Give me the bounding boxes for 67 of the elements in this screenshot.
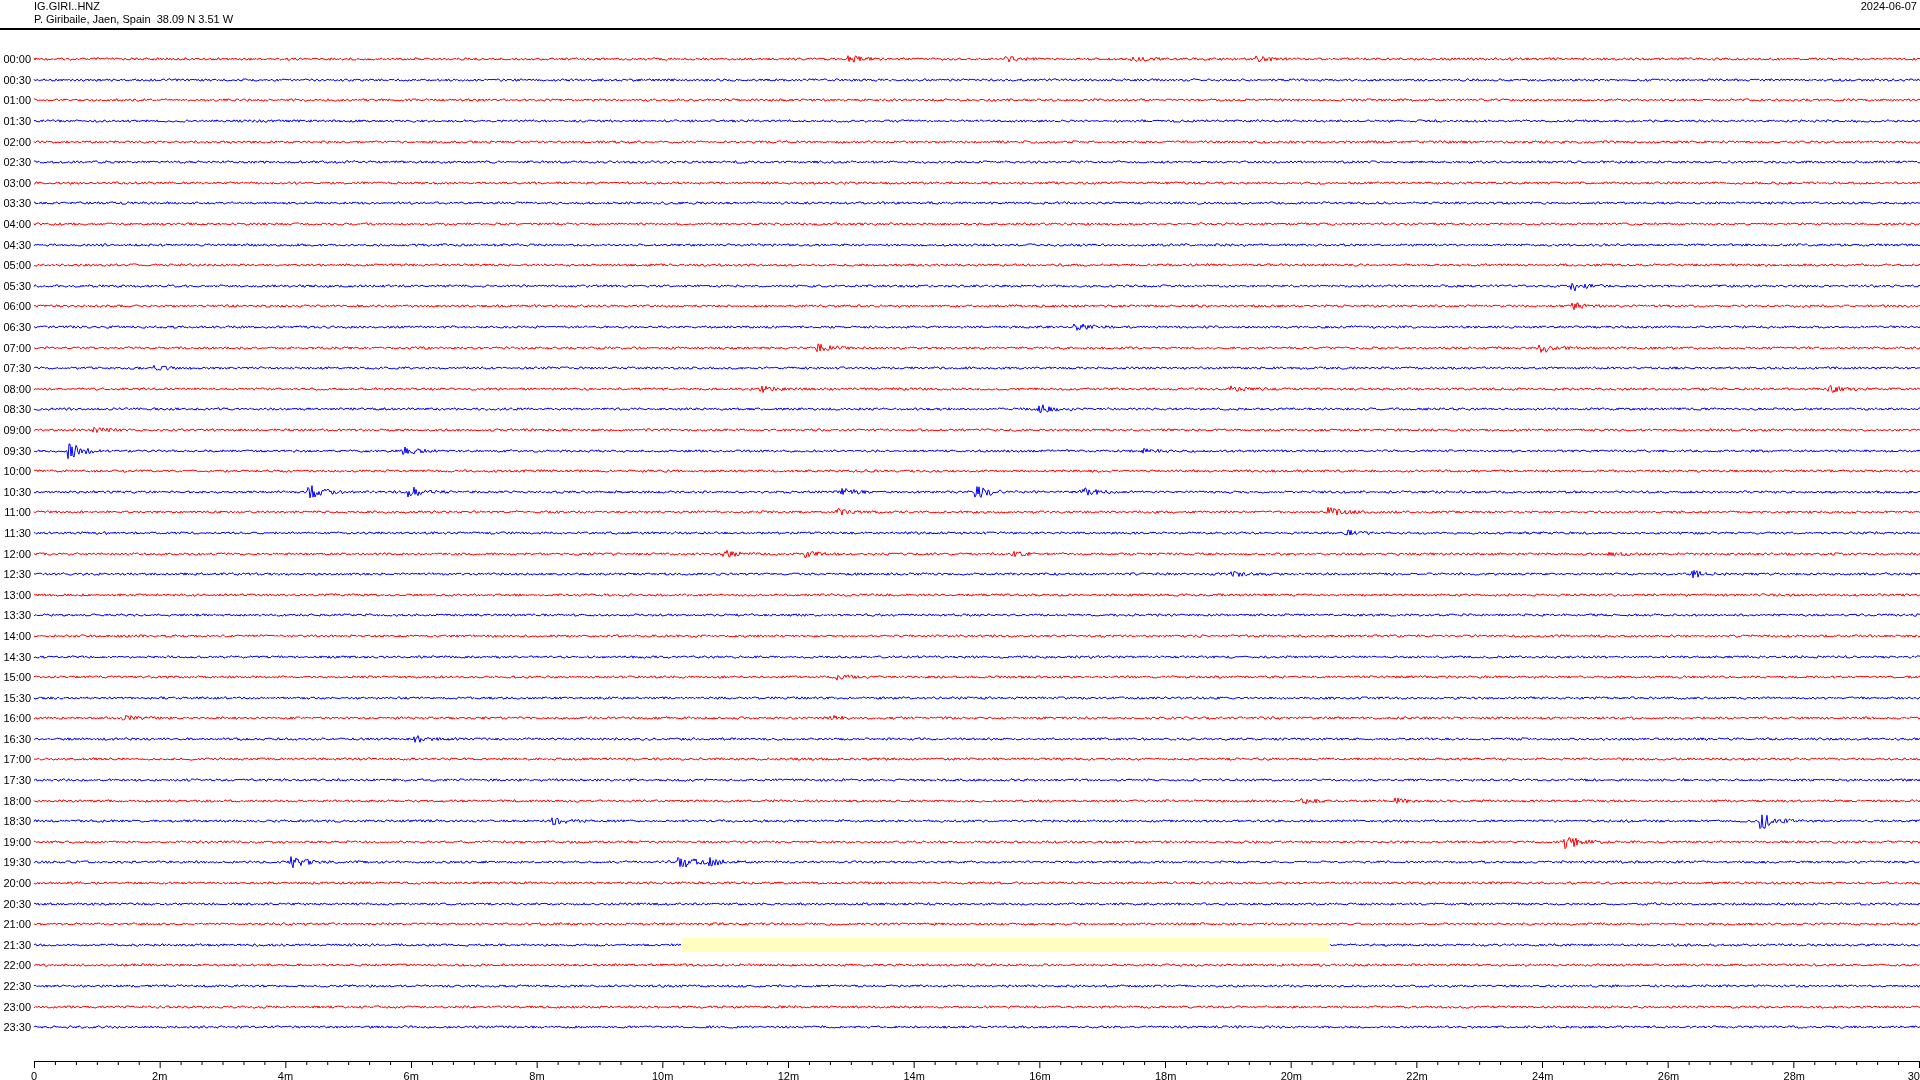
- time-label: 16:30: [2, 732, 31, 745]
- time-label: 21:00: [2, 918, 31, 931]
- time-label: 08:00: [2, 382, 31, 395]
- time-label: 11:30: [3, 526, 31, 539]
- time-label: 06:00: [2, 300, 31, 313]
- time-label: 00:30: [2, 73, 31, 86]
- axis-tick-label: 4m: [277, 1069, 294, 1080]
- axis-tick-label: 6m: [403, 1069, 419, 1080]
- date-label: 2024-06-07: [1860, 0, 1917, 13]
- axis-tick-label: 12m: [777, 1069, 800, 1080]
- axis-tick-label: 0: [30, 1069, 38, 1080]
- time-label: 11:00: [3, 506, 31, 519]
- axis-tick-label: 8m: [529, 1069, 545, 1080]
- time-label: 13:00: [2, 588, 31, 601]
- time-label: 22:30: [2, 980, 31, 992]
- time-label: 23:30: [2, 1021, 31, 1034]
- station-location: P. Giribaile, Jaen, Spain 38.09 N 3.51 W: [34, 13, 234, 26]
- time-label: 18:30: [2, 815, 31, 828]
- time-label: 19:00: [2, 835, 31, 848]
- time-label: 20:30: [2, 897, 31, 910]
- time-label: 22:00: [2, 959, 31, 972]
- time-label: 16:00: [2, 712, 31, 725]
- time-label: 01:00: [2, 94, 31, 107]
- axis-tick-label: 24m: [1532, 1069, 1554, 1080]
- time-label: 12:00: [2, 547, 31, 560]
- axis-tick-label: 18m: [1154, 1069, 1177, 1080]
- axis-tick-label: 16m: [1029, 1069, 1051, 1080]
- axis-tick-label: 14m: [903, 1069, 925, 1080]
- axis-tick-label: 28m: [1783, 1069, 1805, 1080]
- time-label: 02:00: [2, 135, 31, 148]
- axis-tick-label: 26m: [1657, 1069, 1680, 1080]
- time-label: 05:30: [2, 279, 31, 292]
- time-label: 05:00: [2, 259, 31, 272]
- time-label: 07:30: [2, 362, 31, 375]
- time-label: 23:00: [2, 1000, 31, 1013]
- time-label: 03:00: [2, 176, 31, 189]
- time-label: 04:00: [2, 218, 31, 231]
- time-label: 04:30: [2, 238, 31, 251]
- time-label: 21:30: [2, 938, 31, 951]
- time-label: 14:00: [2, 629, 31, 642]
- axis-tick-label: 30: [1907, 1069, 1920, 1080]
- time-label: 08:30: [2, 403, 31, 416]
- time-label: 06:30: [2, 321, 31, 333]
- time-label: 00:00: [2, 53, 31, 66]
- time-label: 09:00: [2, 424, 31, 436]
- time-label: 02:30: [2, 156, 31, 169]
- time-label: 13:30: [2, 609, 31, 622]
- time-label: 18:00: [2, 794, 31, 807]
- time-label: 12:30: [2, 568, 31, 581]
- time-label: 15:30: [2, 691, 31, 704]
- time-label: 10:30: [2, 485, 31, 498]
- axis-tick-label: 20m: [1280, 1069, 1303, 1080]
- time-label: 03:30: [2, 197, 31, 210]
- axis-tick-label: 22m: [1406, 1069, 1428, 1080]
- time-label: 14:30: [2, 650, 31, 663]
- time-label: 15:00: [2, 671, 31, 684]
- axis-tick-label: 2m: [152, 1069, 168, 1080]
- time-label: 01:30: [2, 115, 31, 128]
- time-label: 19:30: [2, 856, 31, 869]
- time-label: 20:00: [2, 877, 31, 890]
- station-code: IG.GIRI..HNZ: [34, 0, 101, 13]
- time-label: 17:00: [2, 753, 31, 766]
- time-label: 09:30: [2, 444, 31, 457]
- time-label: 10:00: [2, 465, 31, 478]
- time-label: 17:30: [2, 774, 31, 787]
- axis-tick-label: 10m: [651, 1069, 674, 1080]
- time-label: 07:00: [2, 341, 31, 354]
